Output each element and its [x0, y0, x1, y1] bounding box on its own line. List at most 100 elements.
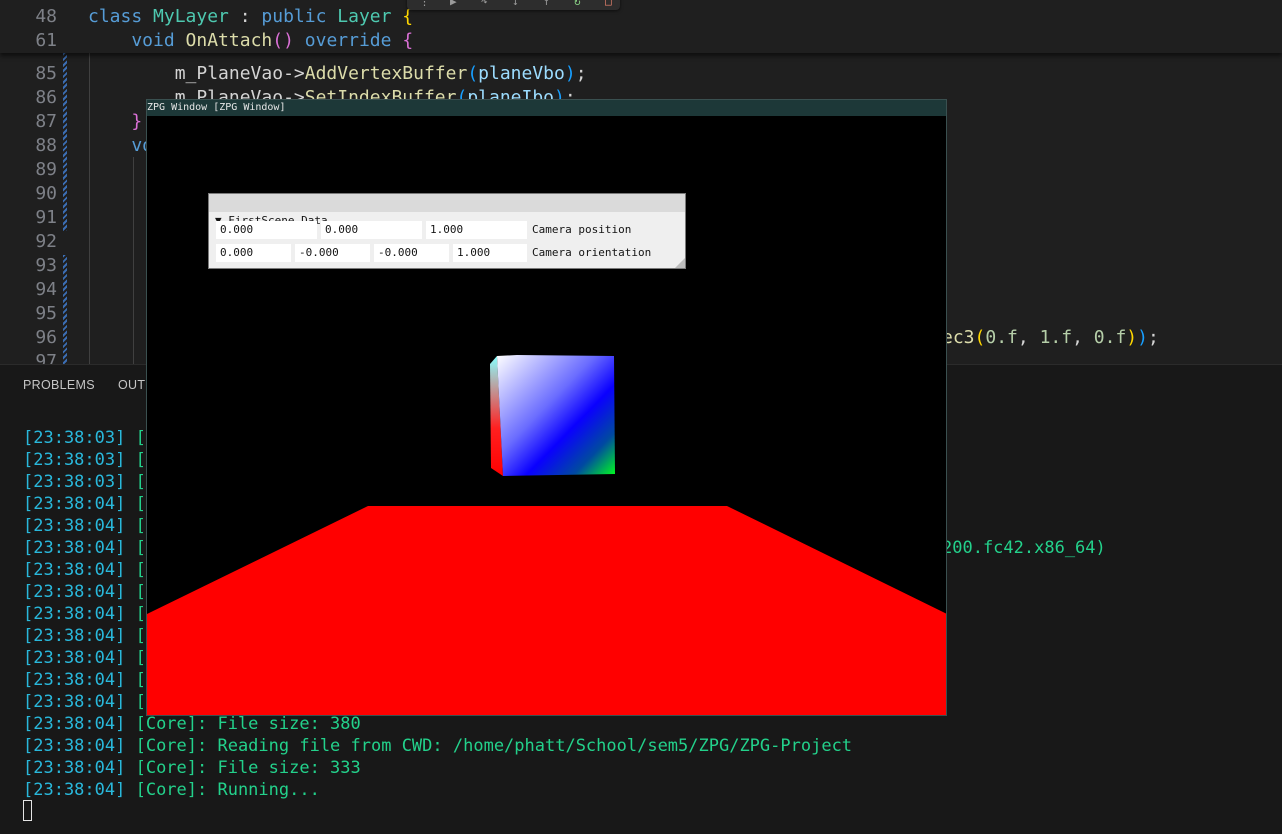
code-token: vo: [88, 135, 154, 156]
log-timestamp: [23:38:04]: [23, 780, 126, 800]
code-token: ): [1126, 327, 1138, 348]
imgui-panel[interactable]: ▼ FirstScene Data 0.000 0.000 1.000 Came…: [208, 193, 686, 269]
code-token: OnAttach: [185, 30, 273, 51]
log-timestamp: [23:38:04]: [23, 648, 126, 668]
log-timestamp: [23:38:03]: [23, 450, 126, 470]
code-token: class: [88, 6, 154, 27]
imgui-header[interactable]: ▼ FirstScene Data: [209, 194, 685, 227]
step-into-icon[interactable]: ↓: [512, 0, 519, 8]
code-token: override: [293, 30, 403, 51]
code-text[interactable]: m_PlaneVao->AddVertexBuffer(planeVbo);: [88, 62, 587, 86]
line-number: 94: [35, 279, 57, 300]
window-title[interactable]: ZPG Window [ZPG Window]: [147, 100, 946, 116]
line-number: 89: [35, 159, 57, 180]
code-token: {: [402, 30, 414, 51]
code-text[interactable]: class MyLayer : public Layer {: [88, 5, 413, 29]
log-timestamp: [23:38:04]: [23, 538, 126, 558]
camera-orientation-w[interactable]: 1.000: [453, 244, 527, 262]
line-number: 90: [35, 183, 57, 204]
drag-handle-icon[interactable]: ⋮: [419, 0, 430, 8]
camera-orientation-x[interactable]: 0.000: [216, 244, 291, 262]
restart-icon[interactable]: ↻: [574, 0, 581, 8]
line-number: 96: [35, 327, 57, 348]
code-token: m_PlaneVao->: [88, 63, 305, 84]
line-number: 85: [35, 63, 57, 84]
terminal-cursor: [23, 800, 32, 821]
log-timestamp: [23:38:04]: [23, 736, 126, 756]
terminal-line[interactable]: [23:38:04] [C: [23, 515, 156, 537]
terminal-line[interactable]: [23:38:04] [C: [23, 669, 156, 691]
log-timestamp: [23:38:03]: [23, 472, 126, 492]
code-token: :: [228, 6, 262, 27]
code-line[interactable]: 85 m_PlaneVao->AddVertexBuffer(planeVbo)…: [0, 62, 1282, 86]
terminal-line[interactable]: [23:38:03] [C: [23, 471, 156, 493]
terminal-line[interactable]: [23:38:04] [Core]: Reading file from CWD…: [23, 735, 852, 757]
sticky-scroll-header[interactable]: 48 class MyLayer : public Layer {61 void …: [0, 0, 1282, 53]
code-token: (: [467, 63, 479, 84]
code-text[interactable]: ec3(0.f, 1.f, 0.f));: [942, 326, 1159, 350]
terminal-line[interactable]: [23:38:04] [C: [23, 603, 156, 625]
log-timestamp: [23:38:04]: [23, 670, 126, 690]
code-line[interactable]: 61 void OnAttach() override {: [0, 29, 1282, 53]
step-over-icon[interactable]: ↷: [481, 0, 488, 8]
code-token: void: [88, 30, 186, 51]
code-token: ): [564, 63, 576, 84]
terminal-line[interactable]: [23:38:04] [C: [23, 559, 156, 581]
code-token: (: [974, 327, 986, 348]
terminal-line[interactable]: [23:38:04] [C: [23, 537, 156, 559]
code-token: ,: [1017, 327, 1040, 348]
camera-position-y[interactable]: 0.000: [321, 221, 422, 239]
log-timestamp: [23:38:04]: [23, 582, 126, 602]
line-number: 87: [35, 111, 57, 132]
code-text[interactable]: vo: [88, 134, 153, 158]
terminal-line[interactable]: [23:38:04] [C: [23, 691, 156, 713]
log-timestamp: [23:38:04]: [23, 626, 126, 646]
camera-orientation-z[interactable]: -0.000: [374, 244, 449, 262]
code-text[interactable]: void OnAttach() override {: [88, 29, 413, 53]
terminal-line[interactable]: [23:38:04] [C: [23, 625, 156, 647]
line-number: 92: [35, 231, 57, 252]
code-token: 1.f: [1039, 327, 1073, 348]
camera-position-x[interactable]: 0.000: [216, 221, 317, 239]
code-token: public: [261, 6, 338, 27]
terminal-line[interactable]: [23:38:04] [C: [23, 581, 156, 603]
terminal-line[interactable]: [23:38:04] [Core]: Running...: [23, 779, 320, 801]
log-timestamp: [23:38:04]: [23, 604, 126, 624]
log-timestamp: [23:38:04]: [23, 758, 126, 778]
stop-icon[interactable]: □: [605, 0, 612, 8]
code-text[interactable]: }: [88, 110, 142, 134]
render-viewport[interactable]: ▼ FirstScene Data 0.000 0.000 1.000 Came…: [147, 116, 946, 715]
cube-face: [497, 355, 615, 476]
log-timestamp: [23:38:04]: [23, 714, 126, 734]
code-token: }: [88, 111, 143, 132]
terminal-line[interactable]: [23:38:04] [C: [23, 647, 156, 669]
line-number: 48: [35, 6, 57, 27]
terminal-line[interactable]: [23:38:04] [Core]: File size: 380: [23, 713, 361, 735]
camera-orientation-y[interactable]: -0.000: [295, 244, 370, 262]
tab-problems[interactable]: PROBLEMS: [23, 378, 95, 392]
line-number: 97: [35, 351, 57, 364]
code-token: Layer: [337, 6, 403, 27]
continue-icon[interactable]: ▶: [450, 0, 457, 8]
terminal-line[interactable]: [23:38:04] [C: [23, 493, 156, 515]
debug-toolbar[interactable]: ⋮ ▶ ↷ ↓ ↑ ↻ □: [407, 0, 620, 10]
line-number: 88: [35, 135, 57, 156]
code-line[interactable]: 48 class MyLayer : public Layer {: [0, 5, 1282, 29]
log-timestamp: [23:38:04]: [23, 692, 126, 712]
code-token: (): [272, 30, 294, 51]
step-out-icon[interactable]: ↑: [543, 0, 550, 8]
tab-output[interactable]: OUT: [118, 378, 145, 392]
terminal-line[interactable]: [23:38:03] [C: [23, 449, 156, 471]
floor-plane: [147, 506, 946, 715]
terminal-line[interactable]: [23:38:04] [Core]: File size: 333: [23, 757, 361, 779]
code-token: ,: [1072, 327, 1094, 348]
line-number: 86: [35, 87, 57, 108]
log-message: [Core]: Running...: [125, 780, 320, 800]
log-timestamp: [23:38:04]: [23, 494, 126, 514]
log-message: [Core]: File size: 380: [125, 714, 361, 734]
camera-position-z[interactable]: 1.000: [426, 221, 527, 239]
zpg-app-window[interactable]: ZPG Window [ZPG Window] 0.000 0.000 1.00…: [146, 99, 947, 716]
resize-grip[interactable]: [675, 258, 685, 268]
log-timestamp: [23:38:03]: [23, 428, 126, 448]
terminal-line[interactable]: [23:38:03] [C: [23, 427, 156, 449]
